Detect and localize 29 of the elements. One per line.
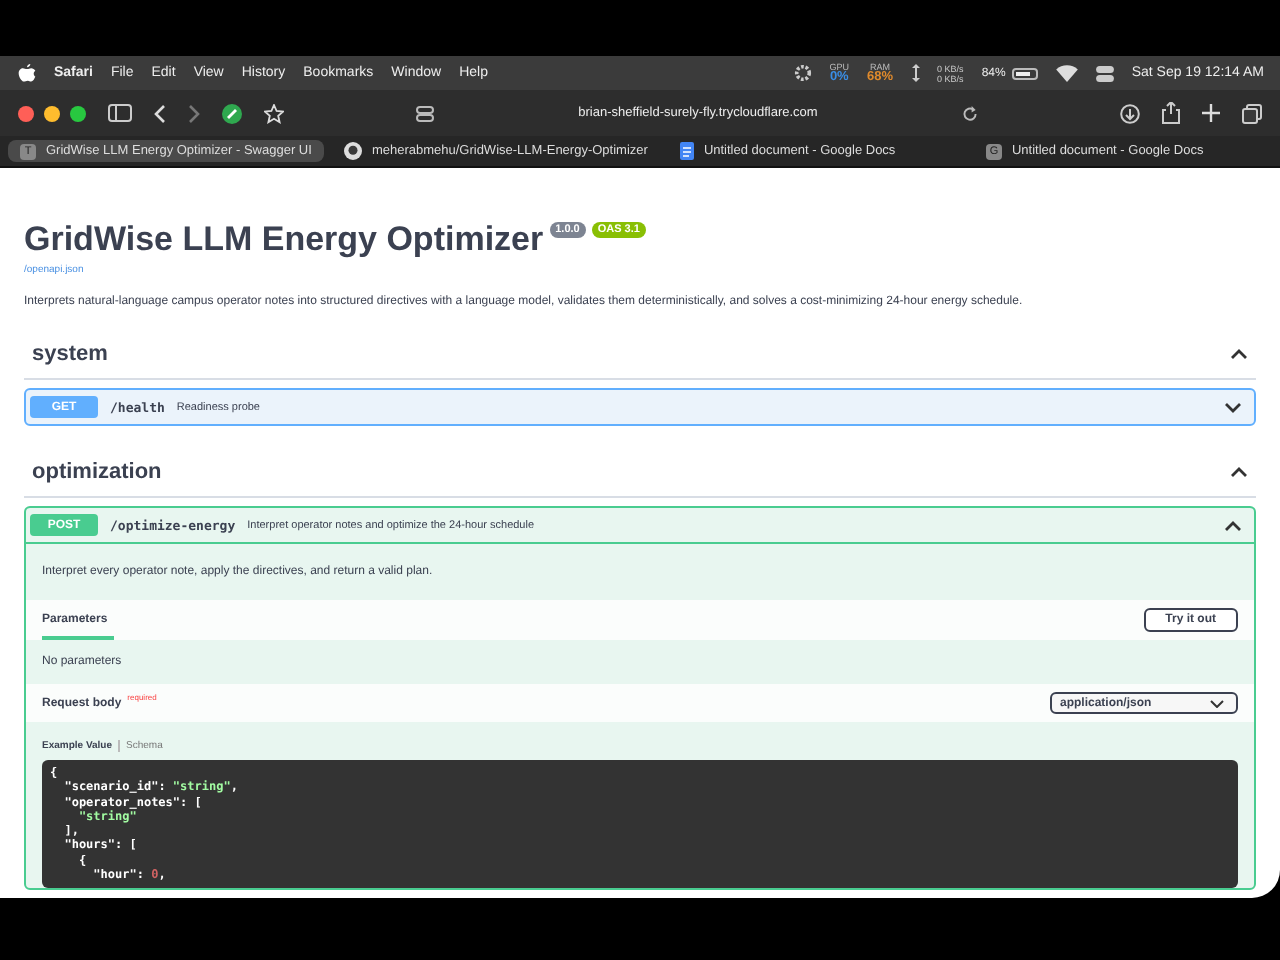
extension-icon[interactable] — [222, 103, 242, 123]
gear-icon[interactable] — [793, 64, 812, 82]
back-icon[interactable] — [154, 103, 166, 123]
caret-icon — [1210, 699, 1224, 707]
reload-icon[interactable] — [962, 105, 978, 121]
minimize-window-button[interactable] — [44, 105, 60, 121]
page-settings-icon[interactable] — [416, 105, 434, 121]
api-title: GridWise LLM Energy Optimizer — [24, 220, 544, 260]
chevron-icon[interactable] — [1224, 519, 1242, 531]
chevron-icon[interactable] — [1230, 466, 1248, 478]
download-icon[interactable] — [1120, 103, 1140, 123]
share-icon[interactable] — [1162, 102, 1180, 124]
apple-logo-icon[interactable] — [18, 63, 36, 83]
sidebar-icon[interactable] — [108, 104, 132, 122]
tabs-overview-icon[interactable] — [1242, 103, 1262, 123]
section-title[interactable]: optimization — [32, 460, 162, 484]
chevron-icon[interactable] — [1224, 401, 1242, 413]
updown-arrow-icon — [911, 64, 920, 82]
document-icon — [679, 142, 694, 160]
section-title[interactable]: system — [32, 342, 108, 366]
wifi-icon[interactable] — [1055, 64, 1078, 82]
control-center-icon[interactable] — [1095, 65, 1114, 81]
battery-icon[interactable] — [1011, 67, 1038, 79]
forward-icon[interactable] — [188, 103, 200, 123]
star-icon[interactable] — [264, 103, 284, 123]
close-window-button[interactable] — [18, 105, 34, 121]
chevron-icon[interactable] — [1230, 348, 1248, 360]
zoom-window-button[interactable] — [70, 105, 86, 121]
plus-icon[interactable] — [1202, 104, 1220, 122]
